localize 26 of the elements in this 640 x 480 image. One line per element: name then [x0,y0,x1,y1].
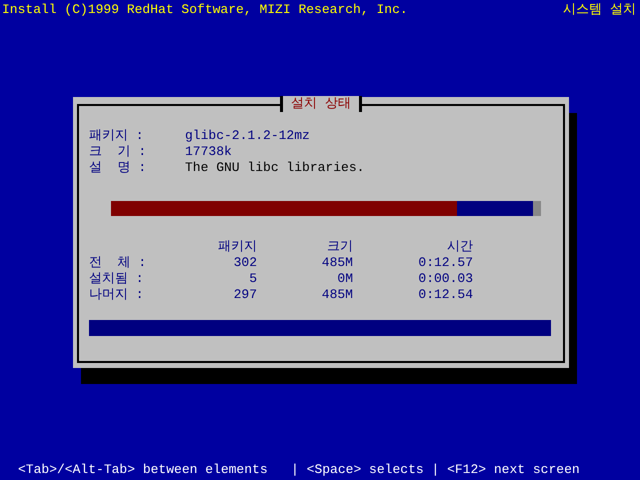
table-cell-text: 0:12.57 [417,255,473,271]
field-label: 패키지 : [89,128,145,144]
table-cell-text: 0M [336,271,353,287]
field-value: The GNU libc libraries. [185,160,366,176]
header-title: Install (C)1999 RedHat Software, MIZI Research, Inc. [2,2,408,18]
field-label: 설 명 : [89,160,148,176]
dialog-title: 설치 상태 [280,96,362,112]
column-header: 시간 [446,239,473,255]
row-label: 설치됨 : [89,271,145,287]
table-cell-text: 297 [232,287,257,303]
row-label: 나머지 : [89,287,145,303]
section-title: 시스템 설치 [563,2,636,18]
field-value: 17738k [185,144,233,160]
table-cell-text: 5 [248,271,257,287]
table-cell-text: 302 [232,255,257,271]
table-cell-text: 0:12.54 [417,287,473,303]
table-cell-text: 485M [320,287,353,303]
column-header: 패키지 [217,239,257,255]
table-cell-text: 485M [320,255,353,271]
field-label: 크 기 : [89,144,148,160]
table-cell-text: 0:00.03 [417,271,473,287]
field-value: glibc-2.1.2-12mz [185,128,311,144]
progress-end-cap [533,201,541,216]
column-header: 크기 [326,239,353,255]
status-bar-hint: <Tab>/<Alt-Tab> between elements | <Space> selects | <F12> next screen [18,462,580,478]
row-label: 전 체 : [89,255,148,271]
